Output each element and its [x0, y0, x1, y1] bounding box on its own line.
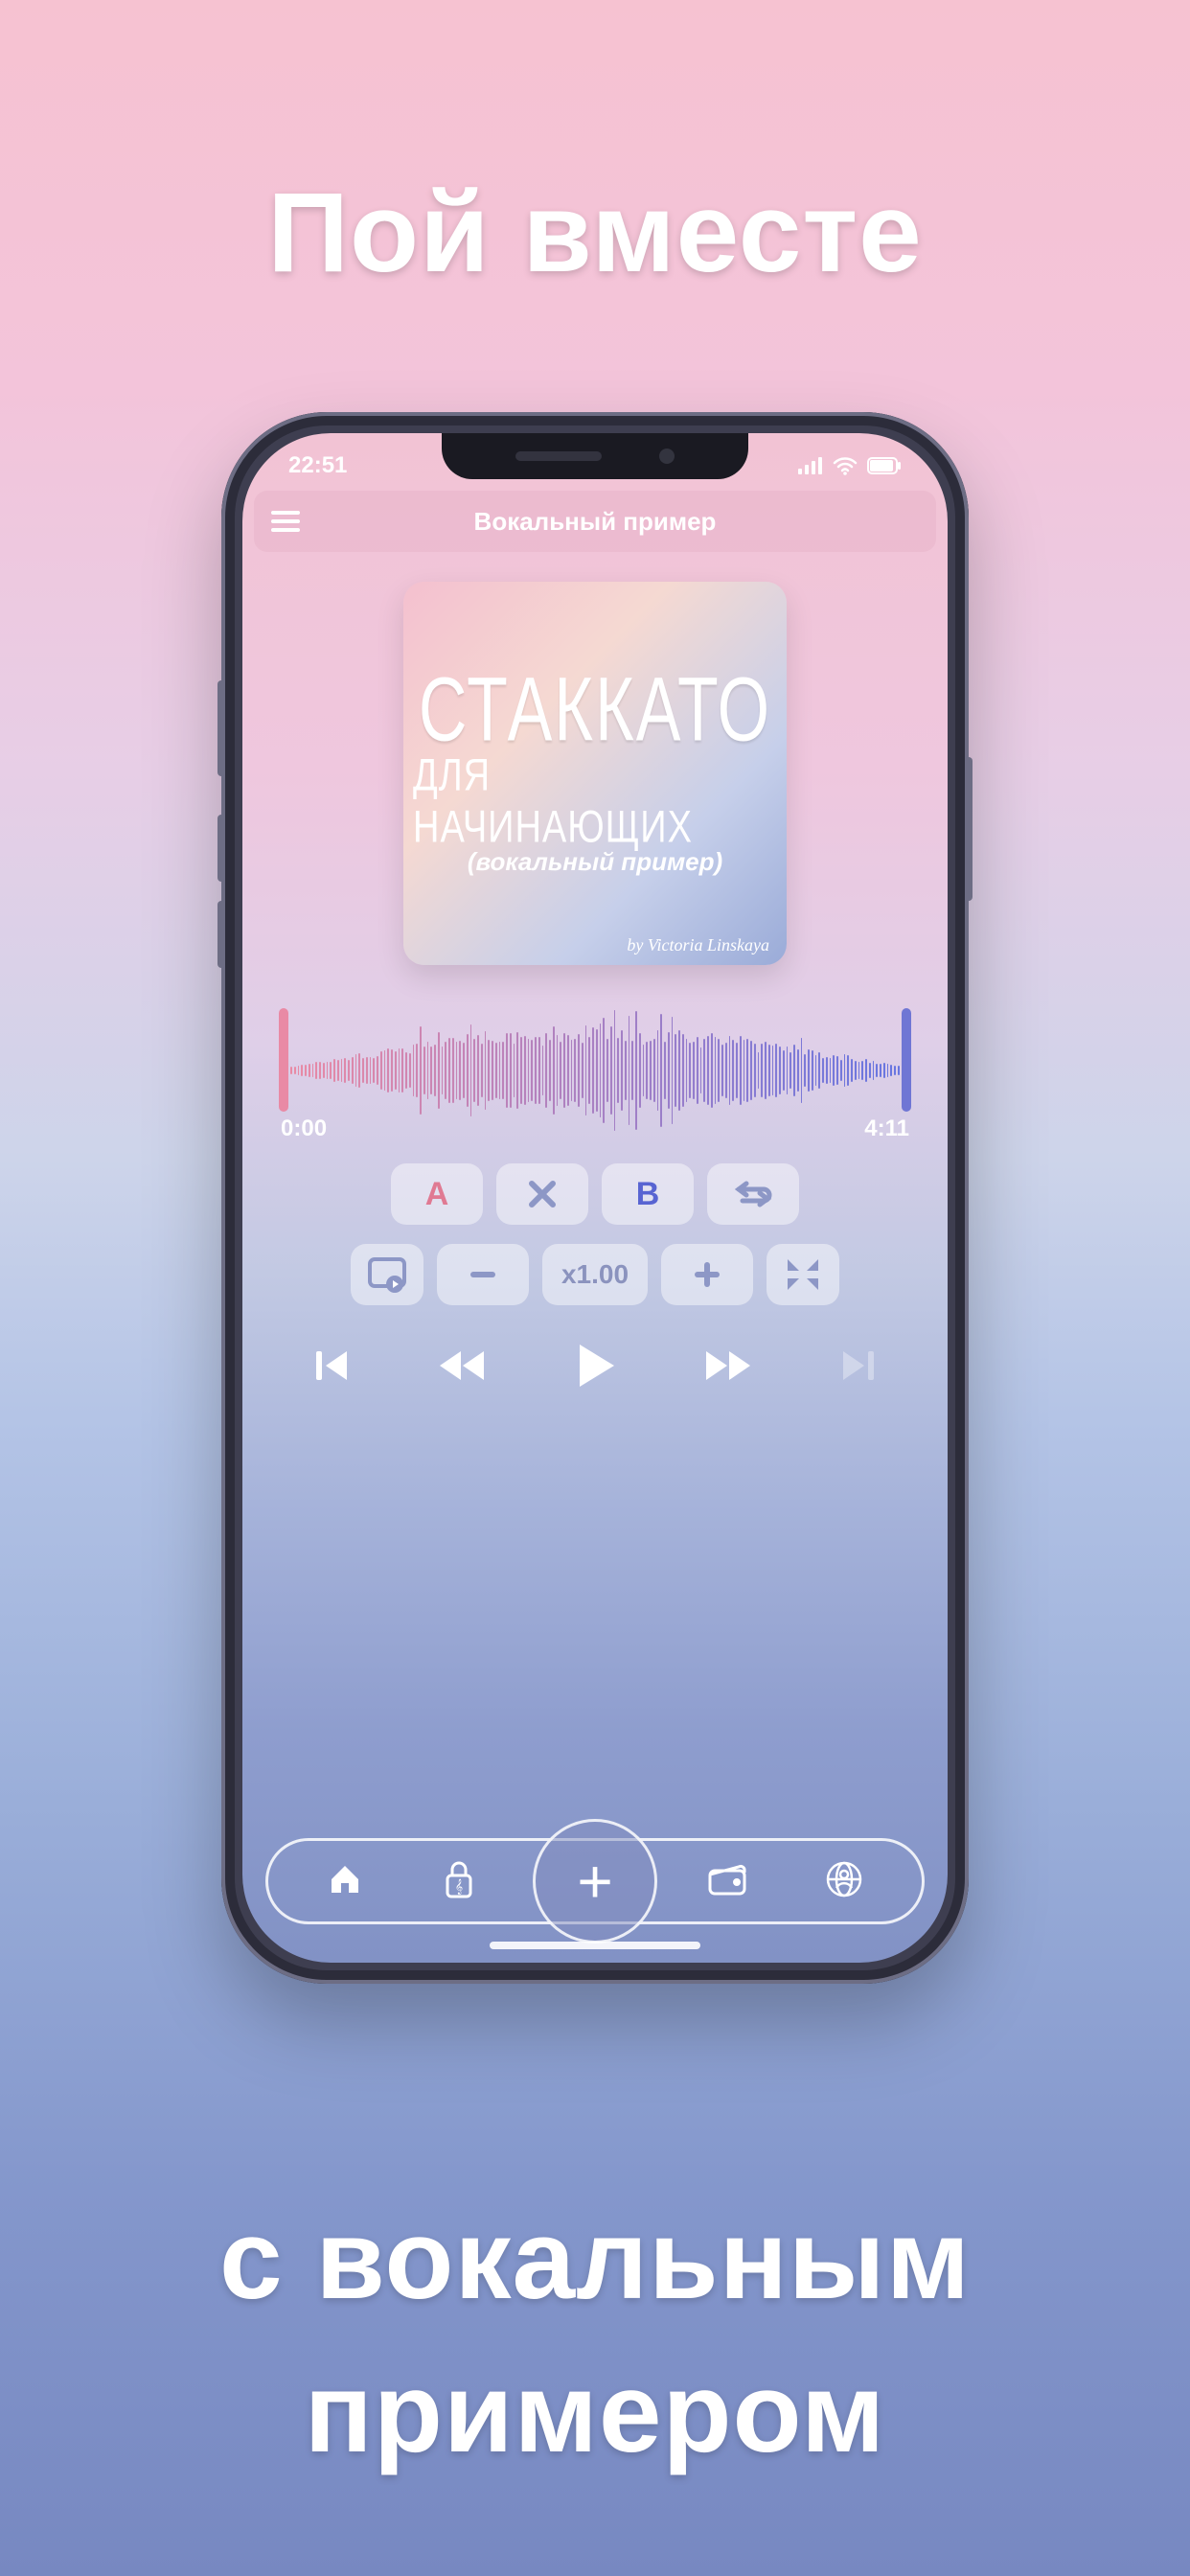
pip-return-icon	[366, 1255, 408, 1294]
play-icon	[568, 1339, 622, 1392]
album-art: СТАККАТО ДЛЯ НАЧИНАЮЩИХ (вокальный приме…	[403, 582, 787, 965]
collapse-icon	[784, 1255, 822, 1294]
profile-globe-icon	[824, 1859, 864, 1899]
playback-controls	[242, 1339, 948, 1392]
loop-controls: A B	[242, 1163, 948, 1225]
repeat-icon	[729, 1178, 777, 1210]
svg-text:𝄞: 𝄞	[455, 1879, 463, 1895]
nav-wallet[interactable]	[706, 1861, 748, 1902]
nav-home[interactable]	[326, 1860, 364, 1903]
waveform[interactable]: 0:00 4:11	[271, 999, 919, 1142]
app-header: Вокальный пример	[254, 491, 936, 552]
minus-icon	[469, 1260, 497, 1289]
home-indicator	[490, 1942, 700, 1949]
home-icon	[326, 1860, 364, 1898]
nav-profile[interactable]	[824, 1859, 864, 1904]
plus-icon: +	[577, 1846, 612, 1917]
collapse-button[interactable]	[767, 1244, 839, 1305]
wallet-icon	[706, 1861, 748, 1898]
repeat-button[interactable]	[707, 1163, 799, 1225]
pip-return-button[interactable]	[351, 1244, 423, 1305]
loop-end-marker[interactable]	[902, 1008, 911, 1112]
loop-a-button[interactable]: A	[391, 1163, 483, 1225]
wifi-icon	[833, 456, 858, 475]
hamburger-icon[interactable]	[271, 511, 300, 532]
x-icon	[526, 1178, 559, 1210]
nav-library[interactable]: 𝄞	[440, 1858, 478, 1905]
fast-forward-icon	[700, 1344, 756, 1388]
promo-text-top: Пой вместе	[0, 168, 1190, 298]
plus-icon	[693, 1260, 721, 1289]
phone-frame: 22:51 Вокальный пример СТ	[221, 412, 969, 1984]
fast-forward-button[interactable]	[700, 1344, 756, 1388]
time-elapsed: 0:00	[281, 1116, 327, 1142]
rewind-button[interactable]	[434, 1344, 490, 1388]
skip-back-icon	[310, 1344, 355, 1388]
album-byline: by Victoria Linskaya	[627, 935, 769, 955]
loop-b-button[interactable]: B	[602, 1163, 694, 1225]
fab-add[interactable]: +	[533, 1819, 657, 1944]
loop-clear-button[interactable]	[496, 1163, 588, 1225]
skip-back-button[interactable]	[310, 1344, 355, 1388]
promo-text-bottom1: с вокальным	[0, 2195, 1190, 2325]
loop-start-marker[interactable]	[279, 1008, 288, 1112]
speed-controls: x1.00	[242, 1244, 948, 1305]
phone-notch	[442, 433, 748, 479]
header-title: Вокальный пример	[300, 507, 890, 537]
battery-icon	[867, 457, 902, 474]
speed-display: x1.00	[542, 1244, 648, 1305]
skip-forward-icon	[835, 1344, 880, 1388]
lock-music-icon: 𝄞	[440, 1858, 478, 1900]
time-total: 4:11	[864, 1116, 909, 1142]
cellular-icon	[798, 457, 823, 474]
promo-text-bottom2: примером	[0, 2348, 1190, 2478]
status-time: 22:51	[288, 452, 347, 479]
play-button[interactable]	[568, 1339, 622, 1392]
speed-up-button[interactable]	[661, 1244, 753, 1305]
album-title-1: СТАККАТО	[419, 657, 771, 761]
speed-down-button[interactable]	[437, 1244, 529, 1305]
rewind-icon	[434, 1344, 490, 1388]
skip-forward-button[interactable]	[835, 1344, 880, 1388]
album-title-2: ДЛЯ НАЧИНАЮЩИХ	[413, 750, 777, 854]
phone-screen: 22:51 Вокальный пример СТ	[242, 433, 948, 1963]
